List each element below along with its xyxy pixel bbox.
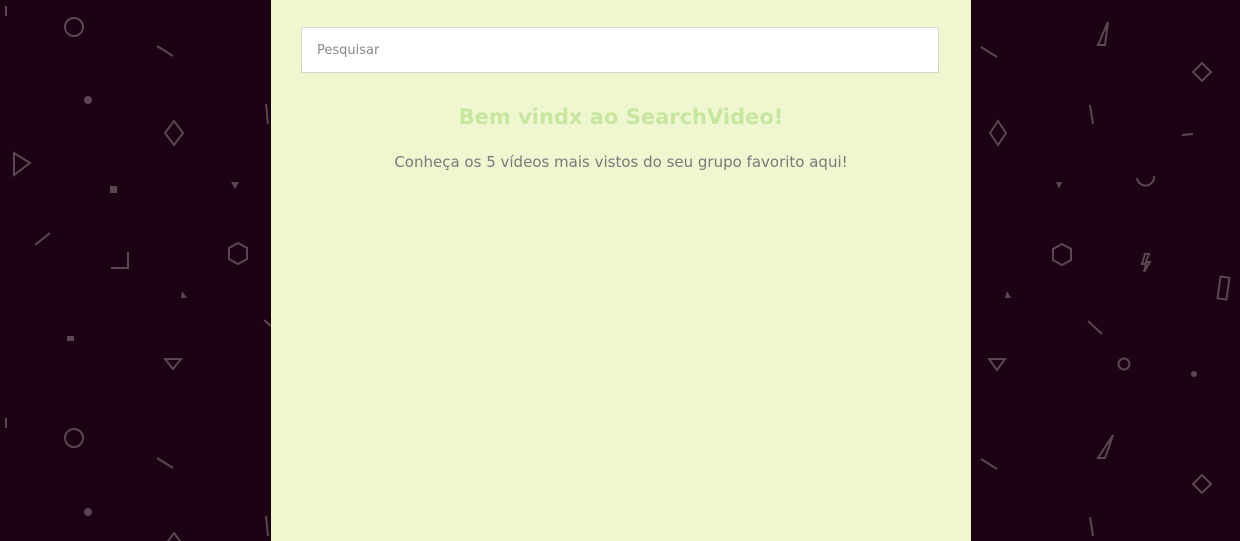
geometric-pattern-icon: [5, 6, 271, 541]
geometric-pattern-icon: [980, 21, 1231, 537]
welcome-subtitle: Conheça os 5 vídeos mais vistos do seu g…: [394, 153, 848, 171]
right-background-pattern: [971, 0, 1240, 541]
left-background-pattern: [0, 0, 271, 541]
welcome-title: Bem vindx ao SearchVideo!: [458, 105, 784, 129]
search-input[interactable]: [301, 27, 939, 73]
main-content: Bem vindx ao SearchVideo! Conheça os 5 v…: [271, 0, 971, 541]
